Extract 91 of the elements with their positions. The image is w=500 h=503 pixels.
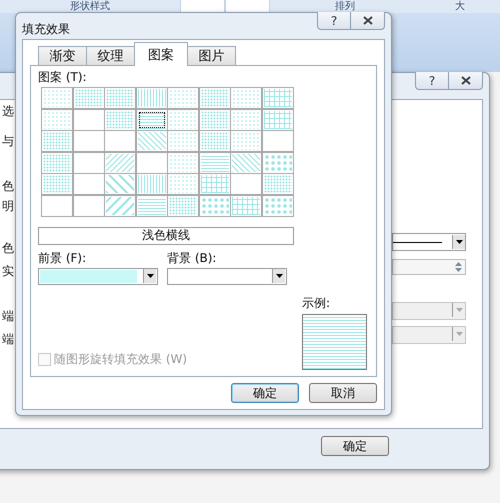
sample-preview: [302, 314, 367, 370]
pattern-swatch[interactable]: [136, 131, 166, 151]
ok-button[interactable]: 确定: [321, 436, 389, 456]
dropdown-arrow-icon: [456, 240, 462, 244]
pattern-label: 图案 (T):: [38, 70, 88, 84]
field-label: 明: [2, 199, 15, 213]
pattern-swatch[interactable]: [74, 196, 104, 216]
pattern-swatch[interactable]: [168, 196, 198, 216]
pattern-swatch[interactable]: [105, 110, 135, 130]
dropdown-arrow-icon: [276, 274, 282, 278]
checkbox-label: 随图形旋转填充效果 (W): [54, 351, 188, 368]
close-icon: [362, 16, 372, 25]
pattern-swatch[interactable]: [200, 110, 230, 130]
tab[interactable]: 纹理: [86, 46, 135, 65]
dropdown-arrow-icon: [456, 308, 462, 312]
pattern-swatch[interactable]: [168, 174, 198, 194]
pattern-swatch[interactable]: [168, 110, 198, 130]
color-dropdown[interactable]: [167, 268, 287, 284]
pattern-swatch[interactable]: [74, 174, 104, 194]
close-button[interactable]: [351, 12, 385, 30]
help-button[interactable]: ?: [317, 12, 351, 30]
ribbon-group-label: 排列: [334, 0, 356, 13]
field-label: 选: [2, 104, 15, 118]
pattern-swatch[interactable]: [136, 196, 166, 216]
close-button[interactable]: [449, 72, 483, 90]
gallery-pane: [180, 0, 225, 13]
field-label: 端: [2, 309, 15, 323]
pattern-swatch[interactable]: [105, 152, 135, 172]
pattern-swatch[interactable]: [200, 174, 230, 194]
pattern-swatch[interactable]: [105, 131, 135, 151]
gallery-pane: [225, 0, 270, 13]
pattern-swatch[interactable]: [74, 88, 104, 108]
pattern-swatch[interactable]: [231, 88, 261, 108]
pattern-swatch[interactable]: [262, 110, 292, 130]
sample-label: 示例:: [302, 296, 332, 310]
pattern-swatch[interactable]: [200, 88, 230, 108]
color-dropdown[interactable]: [38, 268, 158, 284]
tab[interactable]: 渐变: [38, 46, 87, 65]
pattern-swatch[interactable]: [42, 110, 72, 130]
pattern-swatch[interactable]: [74, 110, 104, 130]
pattern-swatch[interactable]: [42, 88, 72, 108]
pattern-swatch[interactable]: [168, 152, 198, 172]
help-button[interactable]: ?: [415, 72, 449, 90]
tab[interactable]: 图案: [134, 42, 188, 66]
pattern-swatch[interactable]: [262, 152, 292, 172]
close-icon: [460, 76, 470, 85]
pattern-swatch[interactable]: [136, 88, 166, 108]
pattern-swatch[interactable]: [231, 196, 261, 216]
pattern-swatch[interactable]: [262, 174, 292, 194]
pattern-swatch[interactable]: [231, 152, 261, 172]
ribbon-group-label: 大: [454, 0, 466, 13]
pattern-swatch[interactable]: [74, 131, 104, 151]
pattern-swatch[interactable]: [105, 174, 135, 194]
pattern-swatch[interactable]: [136, 110, 166, 130]
dropdown-arrow-icon: [146, 274, 154, 278]
pattern-swatch[interactable]: [42, 174, 72, 194]
dropdown-arrow-icon: [456, 332, 462, 336]
spin-box[interactable]: [392, 259, 466, 275]
pattern-swatch[interactable]: [200, 131, 230, 151]
pattern-swatch[interactable]: [168, 131, 198, 151]
field-label: 前景 (F):: [38, 250, 88, 264]
pattern-swatch[interactable]: [262, 131, 292, 151]
pattern-swatch[interactable]: [105, 196, 135, 216]
pattern-swatch[interactable]: [105, 88, 135, 108]
pattern-swatch[interactable]: [200, 152, 230, 172]
field-label: 色: [2, 179, 15, 193]
pattern-swatch[interactable]: [262, 196, 292, 216]
window-title: 填充效果: [22, 21, 70, 38]
pattern-swatch[interactable]: [231, 131, 261, 151]
ribbon-group-label: 形状样式: [69, 0, 111, 13]
field-label: 背景 (B):: [167, 250, 218, 264]
pattern-swatch[interactable]: [200, 196, 230, 216]
field-label: 色: [2, 241, 15, 255]
dialog-button[interactable]: 取消: [309, 383, 377, 403]
pattern-name-field: 浅色横线: [38, 226, 294, 244]
field-label: 与: [2, 134, 15, 148]
field-label: 端: [2, 332, 15, 346]
pattern-swatch[interactable]: [136, 152, 166, 172]
tab[interactable]: 图片: [187, 46, 236, 65]
pattern-swatch[interactable]: [168, 88, 198, 108]
pattern-swatch[interactable]: [42, 152, 72, 172]
line-style-dropdown[interactable]: [392, 233, 466, 251]
field-label: 实: [2, 264, 15, 278]
pattern-swatch[interactable]: [74, 152, 104, 172]
pattern-swatch[interactable]: [231, 110, 261, 130]
pattern-swatch[interactable]: [231, 174, 261, 194]
dialog-button[interactable]: 确定: [231, 383, 299, 403]
pattern-swatch[interactable]: [262, 88, 292, 108]
pattern-swatch[interactable]: [136, 174, 166, 194]
pattern-swatch[interactable]: [42, 196, 72, 216]
pattern-swatch[interactable]: [42, 131, 72, 151]
